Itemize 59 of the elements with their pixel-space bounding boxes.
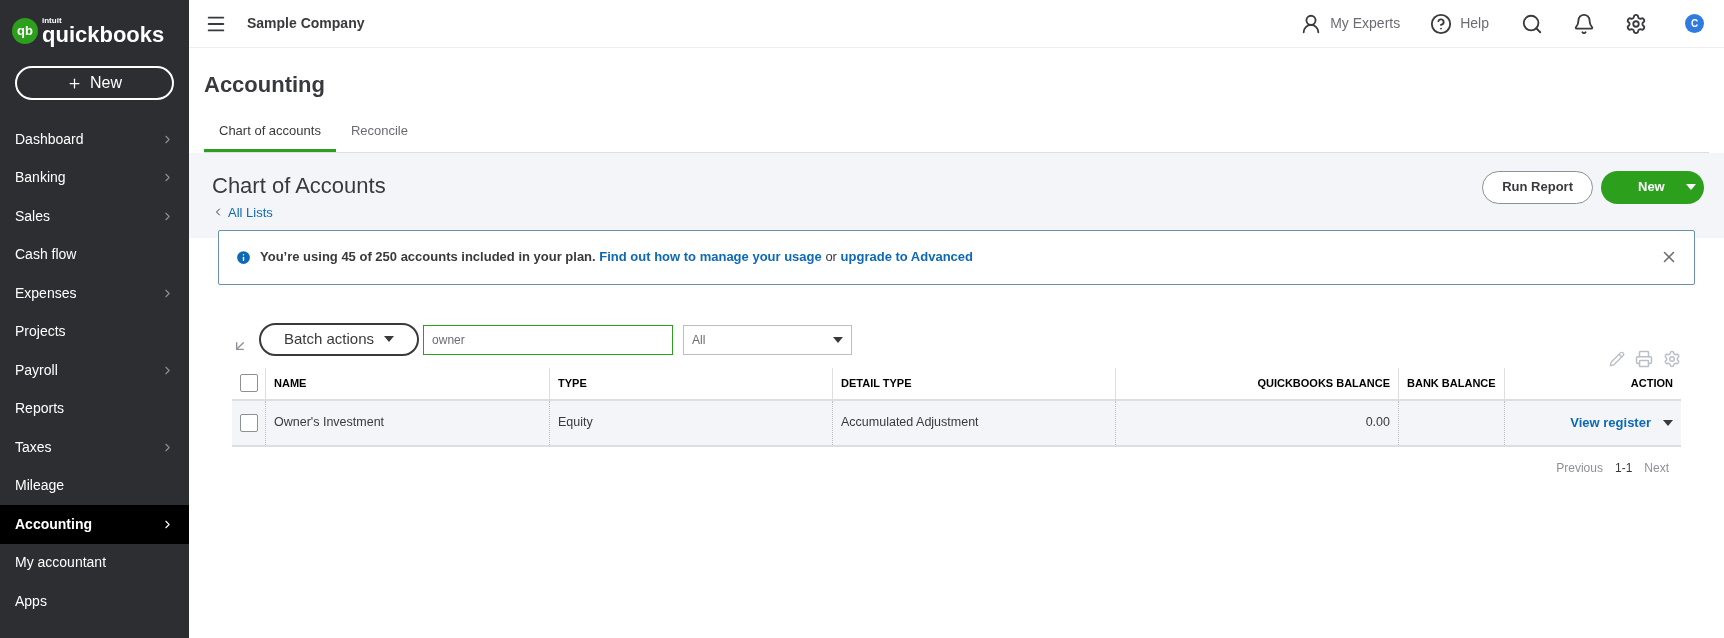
column-header[interactable]: QUICKBOOKS BALANCE: [1257, 374, 1390, 392]
table-cell-text: Accumulated Adjustment: [841, 414, 979, 432]
select-all-checkbox[interactable]: [239, 374, 258, 392]
table-cell-text: 0.00: [1365, 414, 1390, 432]
caret-icon: [1686, 184, 1696, 190]
sidebar-item[interactable]: Mileage: [0, 466, 189, 505]
company-name: Sample Company: [247, 14, 365, 33]
logo-name: quickbooks: [42, 23, 165, 46]
logo-badge: qb: [12, 18, 38, 44]
sidebar-item[interactable]: My accountant: [0, 543, 189, 582]
search-icon[interactable]: [1521, 12, 1543, 35]
table-cell-text: Owner's Investment: [274, 414, 385, 432]
caret-icon: [384, 336, 395, 342]
batch-actions-button[interactable]: Batch actions: [259, 322, 420, 356]
help-icon: [1430, 12, 1453, 35]
column-header[interactable]: TYPE: [558, 374, 587, 392]
pencil-icon[interactable]: [1609, 350, 1625, 367]
my-experts-button[interactable]: My Experts: [1300, 12, 1401, 35]
row-checkbox[interactable]: [239, 413, 258, 432]
view-register-link[interactable]: View register: [1570, 412, 1651, 433]
run-report-button[interactable]: Run Report: [1482, 170, 1593, 204]
settings-icon[interactable]: [1625, 12, 1647, 35]
upgrade-link[interactable]: upgrade to Advanced: [840, 249, 973, 265]
info-icon: [235, 248, 252, 266]
table-cell-text: Equity: [558, 414, 593, 432]
column-header[interactable]: ACTION: [1630, 374, 1673, 392]
sidebar-item[interactable]: Sales: [0, 197, 189, 236]
avatar[interactable]: C: [1685, 14, 1704, 33]
page-title: Accounting: [204, 71, 326, 99]
caret-icon: [833, 336, 844, 343]
column-header[interactable]: NAME: [274, 374, 307, 392]
sidebar-item[interactable]: Projects: [0, 312, 189, 351]
sidebar-item[interactable]: Expenses: [0, 274, 189, 313]
filter-dropdown[interactable]: All: [683, 324, 853, 355]
sidebar-item[interactable]: Accounting: [0, 505, 189, 544]
sidebar-item[interactable]: Payroll: [0, 351, 189, 390]
printer-icon[interactable]: [1635, 349, 1653, 368]
column-header[interactable]: BANK BALANCE: [1407, 374, 1496, 392]
sidebar-item[interactable]: Dashboard: [0, 120, 189, 159]
help-button[interactable]: Help: [1430, 12, 1489, 35]
manage-usage-link[interactable]: Find out how to manage your usage: [599, 249, 822, 265]
search-field[interactable]: owner: [423, 324, 674, 355]
caret-icon: [1663, 419, 1673, 426]
page-range: 1-1: [1614, 459, 1633, 477]
sidebar-item[interactable]: Banking: [0, 158, 189, 197]
sidebar-item[interactable]: Reports: [0, 389, 189, 428]
sidebar-item[interactable]: Cash flow: [0, 235, 189, 274]
plus-icon: [67, 75, 82, 91]
sidebar-item[interactable]: Apps: [0, 582, 189, 621]
banner-message: You’re using 45 of 250 accounts included in your plan. Find out how to manage your usage or upgrade to Advanced: [260, 248, 973, 267]
tab[interactable]: Reconcile: [335, 121, 423, 152]
section-title: Chart of Accounts: [212, 174, 386, 197]
logo-brand: intuit: [42, 16, 63, 25]
bell-icon[interactable]: [1573, 12, 1595, 35]
sidebar-item[interactable]: Taxes: [0, 428, 189, 467]
table-row[interactable]: Owner's Investment Equity Accumulated Adjustment 0.00 View register: [232, 400, 1681, 445]
new-button[interactable]: New: [15, 66, 174, 100]
column-header[interactable]: DETAIL TYPE: [841, 374, 912, 392]
back-link[interactable]: All Lists: [212, 202, 386, 222]
